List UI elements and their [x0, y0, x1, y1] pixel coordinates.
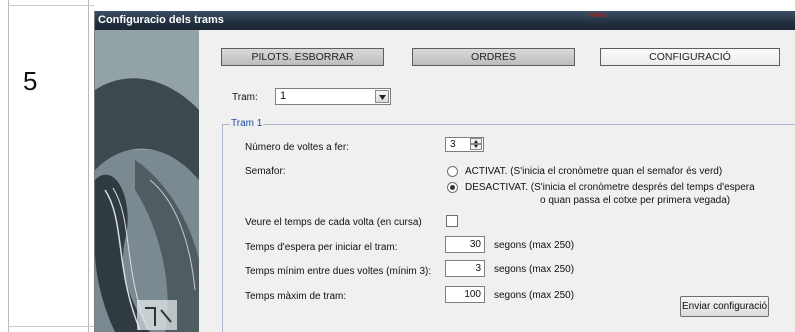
tram-group-title: Tram 1	[230, 118, 264, 129]
tab-ordres[interactable]: ORDRES	[412, 48, 575, 66]
slot-track-photo	[95, 30, 199, 332]
semaphore-label: Semafor:	[245, 166, 286, 177]
caret-down-icon[interactable]	[470, 144, 482, 150]
window-title: Configuracio dels trams	[98, 14, 224, 26]
max-time-label: Temps màxim de tram:	[245, 291, 347, 302]
tram-select[interactable]: 1	[275, 88, 391, 105]
semaphore-desactivat-radio[interactable]	[447, 182, 458, 193]
window-titlebar: Configuracio dels trams	[95, 11, 795, 30]
chevron-down-icon[interactable]	[375, 90, 389, 103]
min-time-label: Temps mínim entre dues voltes (mínim 3):	[245, 266, 432, 277]
step-number: 5	[23, 66, 38, 96]
table-border-top	[8, 5, 94, 6]
min-time-input[interactable]: 3	[445, 260, 485, 277]
tab-configuracio[interactable]: CONFIGURACIÓ	[600, 48, 780, 66]
wait-time-unit: segons (max 250)	[494, 240, 575, 251]
semaphore-activat-text: ACTIVAT. (S'inicia el cronòmetre quan el…	[465, 166, 723, 177]
tram-select-value: 1	[280, 90, 287, 102]
show-lap-time-checkbox[interactable]	[446, 215, 458, 227]
table-border-bottom	[8, 326, 94, 327]
laps-value: 3	[450, 139, 456, 150]
tab-pilots-esborrar[interactable]: PILOTS. ESBORRAR	[221, 48, 384, 66]
wait-time-label: Temps d'espera per iniciar el tram:	[245, 242, 398, 253]
titlebar-decoration	[590, 13, 606, 17]
semaphore-activat-radio[interactable]	[447, 166, 458, 177]
laps-label: Número de voltes a fer:	[245, 142, 349, 153]
step-number-column: 5	[9, 0, 89, 332]
wait-time-input[interactable]: 30	[445, 236, 485, 253]
show-lap-time-label: Veure el temps de cada volta (en cursa)	[245, 217, 422, 228]
min-time-unit: segons (max 250)	[494, 264, 575, 275]
max-time-input[interactable]: 100	[445, 286, 485, 303]
send-config-button[interactable]: Enviar configuració	[680, 296, 769, 317]
side-photo	[95, 30, 199, 332]
tram-select-label: Tram:	[232, 92, 258, 103]
max-time-unit: segons (max 250)	[494, 290, 575, 301]
laps-spinner[interactable]: 3	[445, 137, 484, 152]
semaphore-desactivat-text-2: o quan passa el cotxe per primera vegada…	[540, 195, 731, 206]
semaphore-desactivat-text: DESACTIVAT. (S'inicia el cronòmetre desp…	[465, 182, 755, 193]
